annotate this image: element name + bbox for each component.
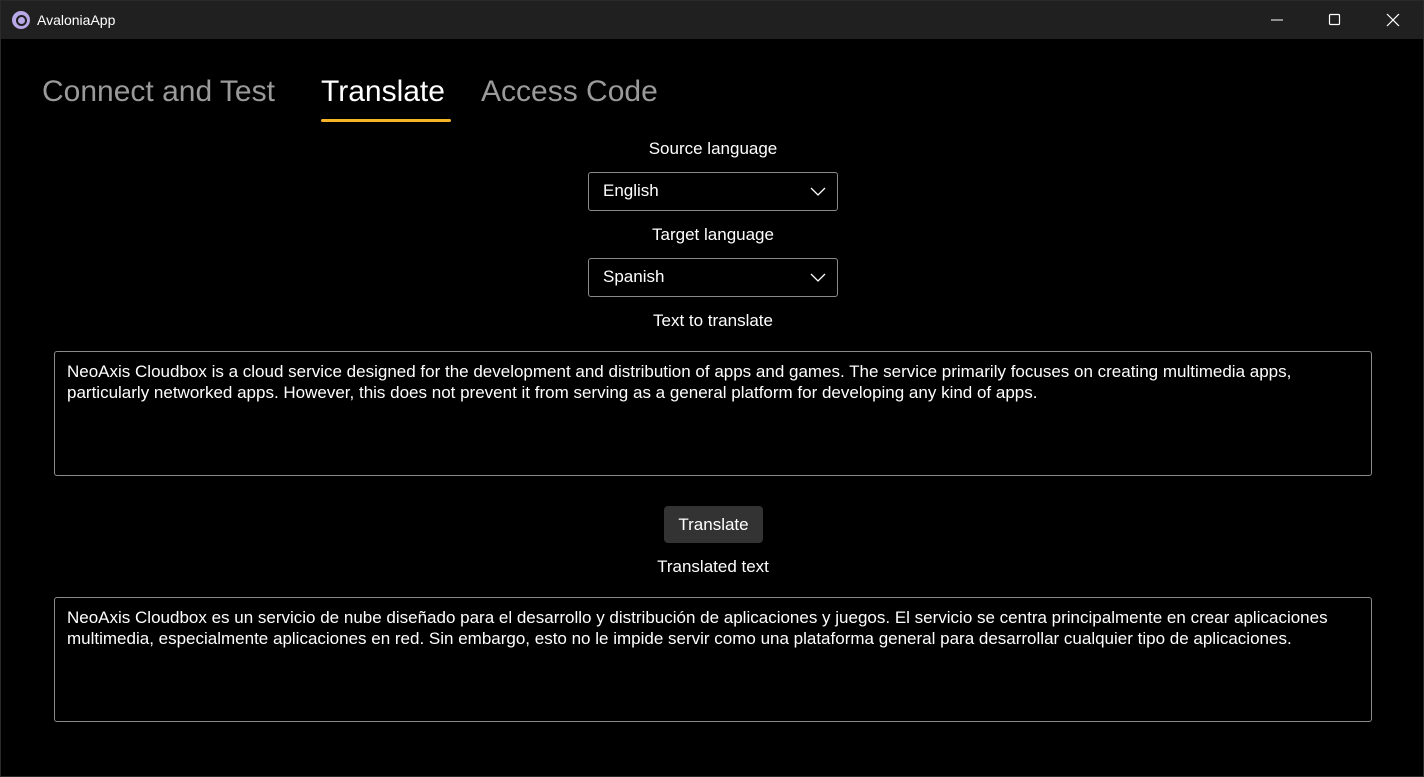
target-language-dropdown[interactable]: Spanish [588,258,838,297]
tab-connect-and-test[interactable]: Connect and Test [42,75,275,109]
title-bar[interactable]: AvaloniaApp [1,1,1423,39]
active-tab-indicator [321,119,451,122]
target-language-value: Spanish [603,267,665,286]
close-icon [1386,13,1400,27]
text-to-translate-label: Text to translate [652,311,773,330]
maximize-button[interactable] [1306,1,1364,39]
translate-button[interactable]: Translate [664,506,763,543]
maximize-icon [1328,13,1341,26]
translated-text-label: Translated text [657,557,769,576]
app-window: AvaloniaApp Connect and Test Translate A… [0,0,1424,777]
window-title: AvaloniaApp [37,12,116,28]
target-language-label: Target language [652,225,774,244]
translated-text-output[interactable]: NeoAxis Cloudbox es un servicio de nube … [54,597,1372,722]
minimize-icon [1271,19,1283,21]
source-language-label: Source language [648,139,778,158]
minimize-button[interactable] [1248,1,1306,39]
chevron-down-icon [810,187,826,196]
chevron-down-icon [810,273,826,282]
source-language-value: English [603,181,659,200]
close-button[interactable] [1364,1,1422,39]
text-to-translate-input[interactable]: NeoAxis Cloudbox is a cloud service desi… [54,351,1372,476]
tab-access-code[interactable]: Access Code [481,75,658,109]
source-language-dropdown[interactable]: English [588,172,838,211]
tab-translate[interactable]: Translate [321,75,445,109]
avalonia-logo-icon [12,11,30,29]
